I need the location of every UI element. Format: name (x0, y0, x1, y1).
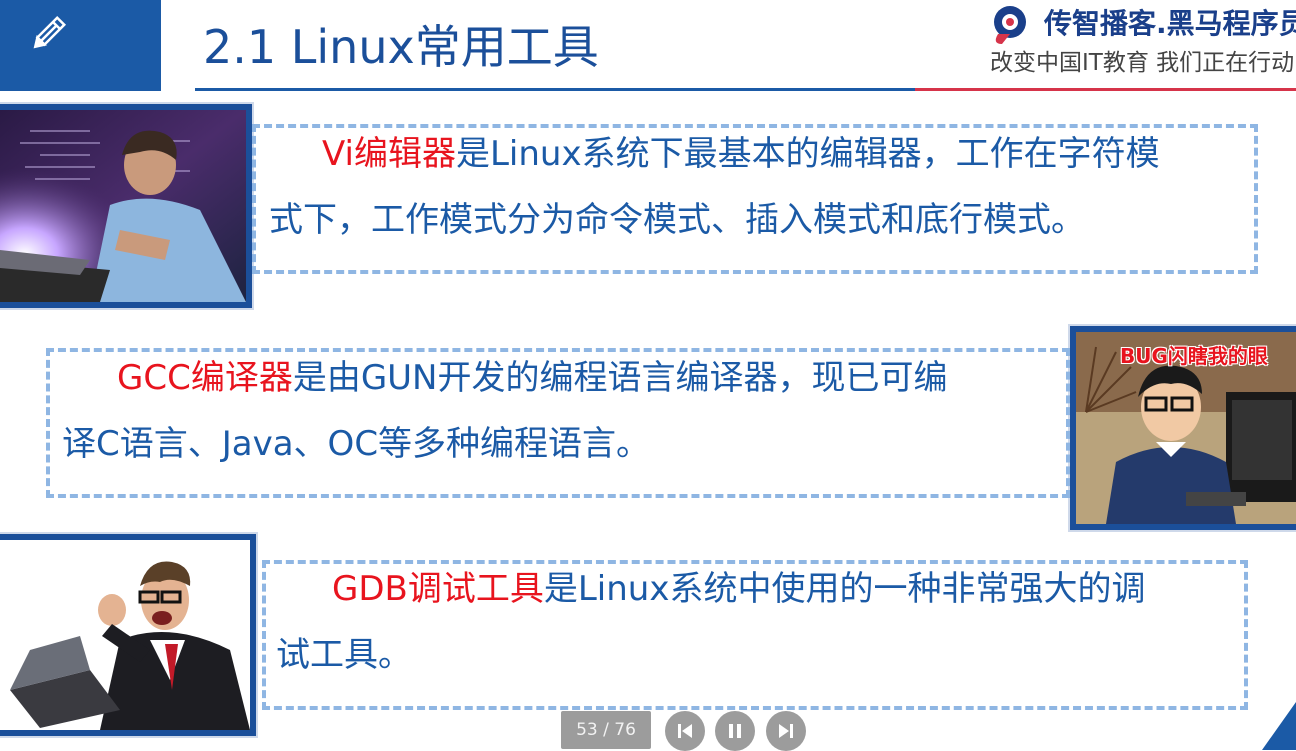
vi-editor-term: Vi编辑器 (322, 134, 456, 174)
brand: 传智播客.黑马程序员 改变中国IT教育 我们正在行动 (986, 2, 1296, 82)
brand-slogan: 改变中国IT教育 我们正在行动 (990, 50, 1295, 76)
gdb-debugger-term: GDB调试工具 (332, 569, 544, 609)
skip-next-icon (779, 724, 793, 738)
gdb-debugger-line1: GDB调试工具是Linux系统中使用的一种非常强大的调 (332, 569, 1146, 609)
corner-block (0, 0, 161, 91)
gdb-debugger-line2: 试工具。 (276, 635, 412, 675)
pause-button[interactable] (715, 711, 755, 751)
brand-name: 传智播客.黑马程序员 (1044, 7, 1296, 40)
gcc-compiler-term: GCC编译器 (117, 358, 293, 398)
skip-previous-icon (678, 724, 692, 738)
previous-slide-button[interactable] (665, 711, 705, 751)
pencil-icon (28, 14, 68, 58)
meme-caption: BUG闪瞎我的眼 (1120, 344, 1268, 368)
pause-icon (729, 724, 741, 738)
title-underline-accent (915, 88, 1296, 91)
vi-editor-line2: 式下，工作模式分为命令模式、插入模式和底行模式。 (269, 200, 1085, 240)
bug-meme-image: BUG闪瞎我的眼 (1070, 326, 1296, 530)
slideshow-controls: 53 / 76 (561, 711, 811, 751)
programmer-photo (0, 104, 252, 308)
title-underline (195, 88, 915, 91)
vi-editor-line1: Vi编辑器是Linux系统下最基本的编辑器，工作在字符模 (322, 134, 1160, 174)
next-slide-button[interactable] (766, 711, 806, 751)
corner-decoration (1262, 702, 1296, 750)
page-indicator: 53 / 76 (561, 711, 651, 749)
gcc-compiler-line1: GCC编译器是由GUN开发的编程语言编译器，现已可编 (117, 358, 948, 398)
brand-logo-icon (988, 4, 1032, 46)
excited-man-photo (0, 534, 256, 736)
slide-title: 2.1 Linux常用工具 (203, 20, 599, 74)
gcc-compiler-line2: 译C语言、Java、OC等多种编程语言。 (62, 424, 651, 464)
